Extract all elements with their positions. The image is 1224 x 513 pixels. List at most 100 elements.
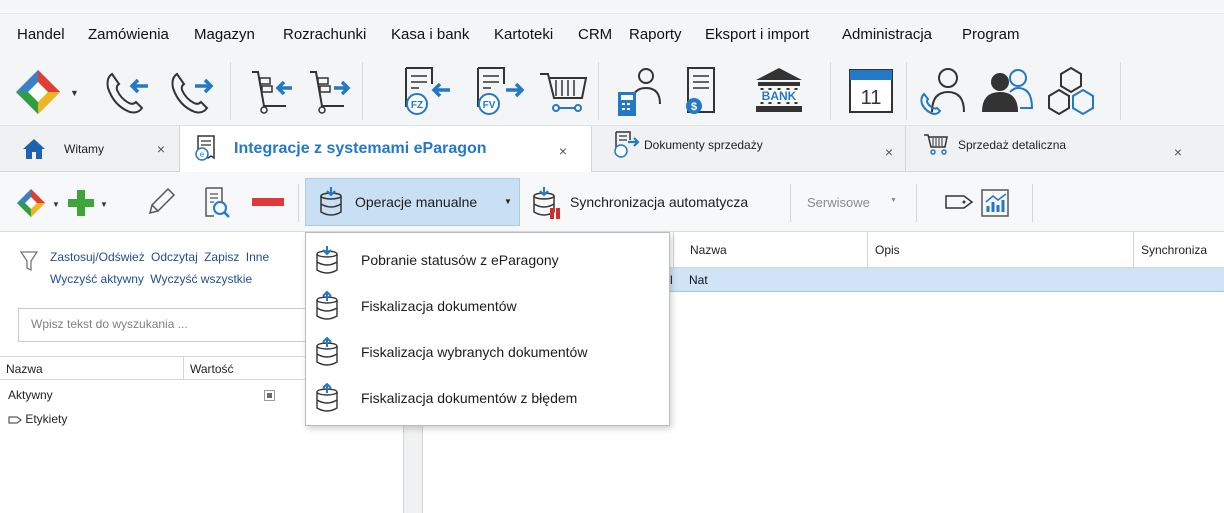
menu-zamowienia[interactable]: Zamówienia: [88, 26, 169, 43]
sales-invoice-icon[interactable]: FV: [470, 64, 525, 118]
tab-label: Dokumenty sprzedaży: [644, 138, 763, 152]
tag-label-icon[interactable]: [944, 192, 974, 212]
tab-integracje[interactable]: e Integracje z systemami eParagon ×: [180, 126, 592, 173]
filter-links: Zastosuj/Odśwież Odczytaj Zapisz Inne Wy…: [50, 246, 272, 290]
delete-icon[interactable]: [252, 198, 284, 208]
svg-text:FV: FV: [483, 100, 496, 111]
other-link[interactable]: Inne: [246, 250, 269, 264]
funnel-filter-icon: [20, 251, 38, 272]
home-icon: [23, 139, 45, 159]
menu-item-label: Pobranie statusów z eParagony: [361, 252, 559, 268]
tab-sprzedaz-detaliczna[interactable]: Sprzedaż detaliczna ×: [906, 126, 1224, 172]
products-icon[interactable]: [1044, 64, 1098, 118]
goods-issue-icon[interactable]: [302, 64, 356, 118]
menu-rozrachunki[interactable]: Rozrachunki: [283, 26, 366, 43]
column-synchronizacja[interactable]: Synchroniza: [1141, 243, 1207, 257]
apply-refresh-link[interactable]: Zastosuj/Odśwież: [50, 250, 145, 264]
menu-item-fiscalize[interactable]: Fiskalizacja dokumentów: [306, 283, 669, 329]
menu-raporty[interactable]: Raporty: [629, 26, 682, 43]
app-logo-icon[interactable]: [16, 188, 46, 218]
svg-text:BANK: BANK: [762, 89, 797, 103]
users-icon[interactable]: [980, 64, 1034, 118]
database-upload-icon: [316, 383, 338, 412]
tab-label: Witamy: [64, 142, 104, 156]
menu-item-fiscalize-errors[interactable]: Fiskalizacja dokumentów z błędem: [306, 375, 669, 421]
tab-close-icon[interactable]: ×: [885, 144, 893, 160]
bank-icon[interactable]: BANK: [752, 64, 806, 118]
menu-item-fiscalize-selected[interactable]: Fiskalizacja wybranych dokumentów: [306, 329, 669, 375]
calendar-icon[interactable]: 11: [844, 64, 898, 118]
menu-kartoteki[interactable]: Kartoteki: [494, 26, 553, 43]
preview-document-icon[interactable]: [202, 186, 232, 220]
menu-item-label: Fiskalizacja dokumentów z błędem: [361, 390, 578, 406]
tab-witamy[interactable]: Witamy ×: [0, 126, 180, 172]
save-link[interactable]: Zapisz: [204, 250, 239, 264]
tab-dokumenty-sprzedazy[interactable]: Dokumenty sprzedaży ×: [592, 126, 906, 172]
eparagon-receipt-icon: e: [195, 135, 215, 161]
active-checkbox[interactable]: [264, 390, 275, 401]
logo-dropdown-arrow[interactable]: ▼: [52, 200, 60, 209]
menu-item-fetch-statuses[interactable]: Pobranie statusów z eParagony: [306, 237, 669, 283]
column-nazwa[interactable]: Nazwa: [690, 243, 727, 257]
prop-active-label: Aktywny: [8, 388, 53, 402]
calculator-person-icon[interactable]: [614, 64, 668, 118]
database-download-icon: [316, 246, 338, 274]
document-tabs: Witamy × e Integracje z systemami eParag…: [0, 126, 1224, 173]
report-chart-icon[interactable]: [980, 188, 1010, 218]
clear-all-link[interactable]: Wyczyść wszystkie: [150, 272, 252, 286]
add-icon[interactable]: [66, 188, 96, 218]
clear-active-link[interactable]: Wyczyść aktywny: [50, 272, 144, 286]
outgoing-call-icon[interactable]: [165, 64, 219, 118]
tab-close-icon[interactable]: ×: [1174, 144, 1182, 160]
menu-magazyn[interactable]: Magazyn: [194, 26, 255, 43]
menu-kasa-i-bank[interactable]: Kasa i bank: [391, 26, 469, 43]
column-opis[interactable]: Opis: [875, 243, 900, 257]
column-name[interactable]: Nazwa: [6, 362, 43, 376]
database-upload-icon: [316, 337, 338, 366]
cash-register-cart-icon[interactable]: [536, 64, 590, 118]
tab-label: Integracje z systemami eParagon: [234, 140, 487, 157]
row-name: Nat: [689, 273, 708, 287]
tab-label: Sprzedaż detaliczna: [958, 138, 1067, 152]
ribbon-toolbar: ▼ FZ FV $ BANK 11: [0, 54, 1224, 126]
tab-close-icon[interactable]: ×: [559, 143, 567, 159]
prop-tags-label: Etykiety: [25, 412, 68, 426]
chevron-down-icon: ▼: [504, 197, 512, 206]
window-top-strip: [0, 0, 1224, 14]
column-value[interactable]: Wartość: [190, 362, 234, 376]
menu-crm[interactable]: CRM: [578, 26, 612, 43]
purchase-invoice-icon[interactable]: FZ: [398, 64, 452, 118]
svg-text:$: $: [691, 101, 697, 113]
goods-receipt-icon[interactable]: [244, 64, 298, 118]
sales-invoice-icon: [614, 131, 640, 158]
menu-program[interactable]: Program: [962, 26, 1020, 43]
menu-item-label: Fiskalizacja wybranych dokumentów: [361, 344, 588, 360]
contact-person-icon[interactable]: [916, 64, 970, 118]
svg-text:11: 11: [861, 87, 882, 109]
service-menu-button[interactable]: Serwisowe: [807, 195, 870, 210]
menu-bar: Handel Zamówienia Magazyn Rozrachunki Ka…: [0, 14, 1224, 54]
prop-tags-row[interactable]: Etykiety: [8, 412, 67, 426]
tab-close-icon[interactable]: ×: [157, 141, 165, 157]
add-dropdown-arrow[interactable]: ▼: [100, 200, 108, 209]
payment-document-icon[interactable]: $: [676, 64, 730, 118]
auto-sync-button[interactable]: Synchronizacja automatycza: [570, 194, 748, 210]
chevron-down-icon: ▼: [890, 197, 897, 204]
app-logo-icon[interactable]: [14, 68, 62, 116]
svg-text:FZ: FZ: [411, 100, 423, 111]
database-download-icon: [320, 187, 342, 216]
database-sync-error-icon[interactable]: [532, 186, 562, 220]
menu-handel[interactable]: Handel: [17, 26, 65, 43]
manual-operations-menu: Pobranie statusów z eParagony Fiskalizac…: [305, 232, 670, 426]
action-toolbar: ▼ ▼ Operacje manualne ▼ Synchronizacja a…: [0, 172, 1224, 232]
manual-operations-label: Operacje manualne: [355, 194, 478, 210]
svg-text:e: e: [200, 150, 205, 159]
logo-dropdown-arrow[interactable]: ▼: [70, 88, 79, 98]
menu-eksport-i-import[interactable]: Eksport i import: [705, 26, 809, 43]
menu-item-label: Fiskalizacja dokumentów: [361, 298, 517, 314]
incoming-call-icon[interactable]: [100, 64, 154, 118]
database-upload-icon: [316, 291, 338, 320]
read-link[interactable]: Odczytaj: [151, 250, 198, 264]
edit-pencil-icon[interactable]: [144, 187, 176, 219]
menu-administracja[interactable]: Administracja: [842, 26, 932, 43]
